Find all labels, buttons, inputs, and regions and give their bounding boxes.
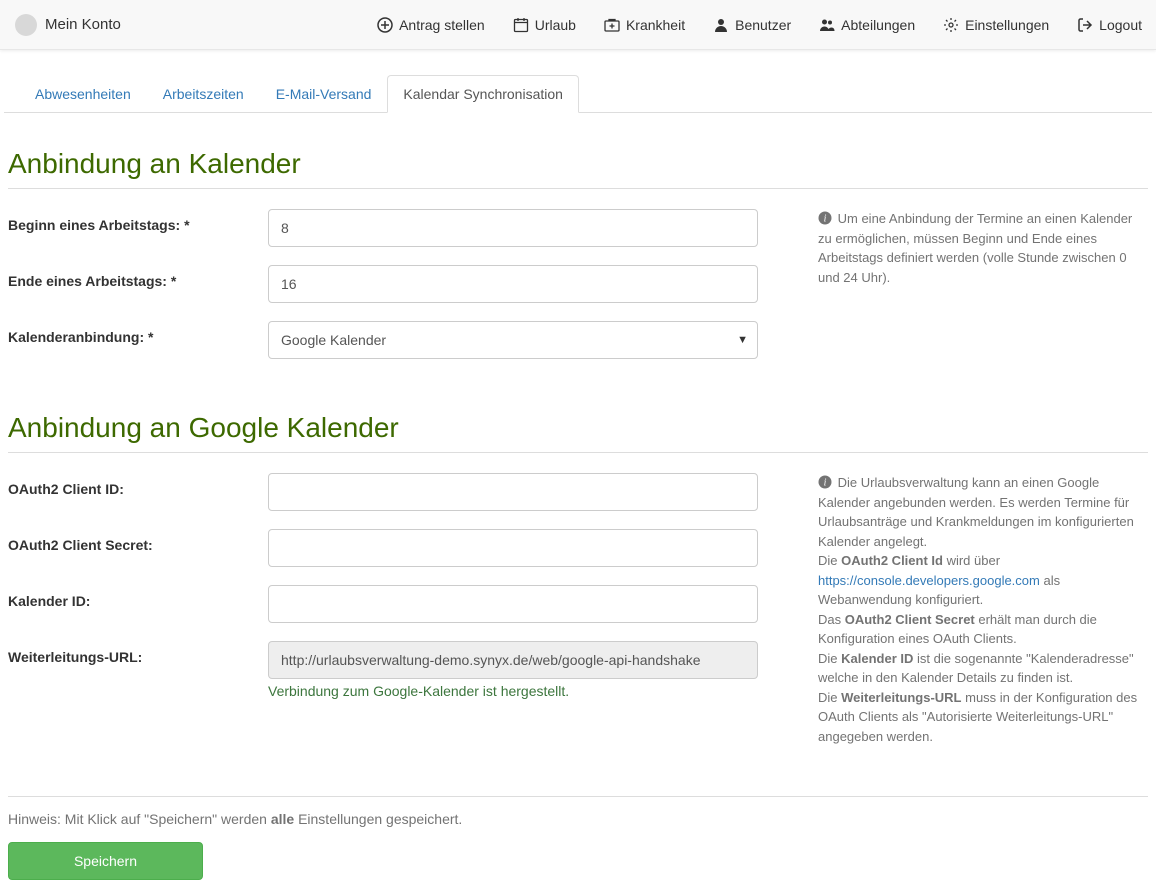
redirect-url-label: Weiterleitungs-URL:: [8, 641, 268, 665]
plus-circle-icon: [377, 17, 393, 33]
help-p2b: OAuth2 Client Secret: [845, 612, 975, 627]
nav-benutzer[interactable]: Benutzer: [699, 2, 805, 48]
navbar-right: Antrag stellen Urlaub Krankheit Benutzer…: [363, 2, 1156, 48]
tab-arbeitszeiten[interactable]: Arbeitszeiten: [147, 75, 260, 113]
cog-icon: [943, 17, 959, 33]
client-id-input[interactable]: [268, 473, 758, 511]
calendar-id-label: Kalender ID:: [8, 585, 268, 609]
nav-krankheit[interactable]: Krankheit: [590, 2, 699, 48]
help-p4a: Die: [818, 690, 841, 705]
redirect-url-input: [268, 641, 758, 679]
calendar-id-input[interactable]: [268, 585, 758, 623]
nav-abteilungen[interactable]: Abteilungen: [805, 2, 929, 48]
nav-label: Benutzer: [735, 17, 791, 33]
tab-kalendar-synchronisation[interactable]: Kalendar Synchronisation: [387, 75, 579, 113]
client-secret-input[interactable]: [268, 529, 758, 567]
nav-label: Logout: [1099, 17, 1142, 33]
calendar-icon: [513, 17, 529, 33]
user-icon: [713, 17, 729, 33]
tab-abwesenheiten[interactable]: Abwesenheiten: [19, 75, 147, 113]
workday-end-row: Ende eines Arbeitstags: *: [8, 265, 788, 303]
client-id-row: OAuth2 Client ID:: [8, 473, 788, 511]
info-circle-icon: i: [818, 475, 832, 489]
users-icon: [819, 17, 835, 33]
help-p3b: Kalender ID: [841, 651, 913, 666]
note-bold: alle: [271, 811, 294, 827]
connection-status: Verbindung zum Google-Kalender ist herge…: [268, 683, 758, 699]
navbar-brand-label: Mein Konto: [45, 16, 121, 33]
nav-logout[interactable]: Logout: [1063, 2, 1156, 48]
nav-label: Abteilungen: [841, 17, 915, 33]
client-secret-row: OAuth2 Client Secret:: [8, 529, 788, 567]
workday-start-input[interactable]: [268, 209, 758, 247]
navbar-brand[interactable]: Mein Konto: [0, 14, 136, 36]
info-circle-icon: i: [818, 211, 832, 225]
help-p1b: OAuth2 Client Id: [841, 553, 943, 568]
help-p2a: Das: [818, 612, 845, 627]
client-id-label: OAuth2 Client ID:: [8, 473, 268, 497]
calendar-binding-row: Kalenderanbindung: * Google Kalender ▼: [8, 321, 788, 359]
divider: [8, 796, 1148, 797]
svg-text:i: i: [824, 214, 827, 225]
google-console-link[interactable]: https://console.developers.google.com: [818, 573, 1040, 588]
section1-help-text: Um eine Anbindung der Termine an einen K…: [818, 211, 1132, 285]
section1-help-col: i Um eine Anbindung der Termine an einen…: [788, 209, 1148, 377]
nav-antrag-stellen[interactable]: Antrag stellen: [363, 2, 499, 48]
client-secret-label: OAuth2 Client Secret:: [8, 529, 268, 553]
redirect-url-row: Weiterleitungs-URL: Verbindung zum Googl…: [8, 641, 788, 699]
calendar-binding-select[interactable]: Google Kalender: [268, 321, 758, 359]
note-post: Einstellungen gespeichert.: [294, 811, 462, 827]
workday-end-input[interactable]: [268, 265, 758, 303]
tabs: Abwesenheiten Arbeitszeiten E-Mail-Versa…: [4, 75, 1152, 113]
help-intro: Die Urlaubsverwaltung kann an einen Goog…: [818, 475, 1134, 549]
nav-urlaub[interactable]: Urlaub: [499, 2, 590, 48]
svg-text:i: i: [824, 478, 827, 489]
help-p1a: Die: [818, 553, 841, 568]
nav-label: Krankheit: [626, 17, 685, 33]
section2-title: Anbindung an Google Kalender: [8, 412, 1148, 453]
help-p1c: wird über: [943, 553, 1000, 568]
help-p4b: Weiterleitungs-URL: [841, 690, 961, 705]
calendar-binding-label: Kalenderanbindung: *: [8, 321, 268, 345]
calendar-id-row: Kalender ID:: [8, 585, 788, 623]
avatar-icon: [15, 14, 37, 36]
nav-label: Urlaub: [535, 17, 576, 33]
sign-out-icon: [1077, 17, 1093, 33]
save-button[interactable]: Speichern: [8, 842, 203, 880]
navbar: Mein Konto Antrag stellen Urlaub Krankhe…: [0, 0, 1156, 50]
section1-title: Anbindung an Kalender: [8, 148, 1148, 189]
tab-email-versand[interactable]: E-Mail-Versand: [260, 75, 388, 113]
workday-start-label: Beginn eines Arbeitstags: *: [8, 209, 268, 233]
workday-start-row: Beginn eines Arbeitstags: *: [8, 209, 788, 247]
medkit-icon: [604, 17, 620, 33]
footer-note: Hinweis: Mit Klick auf "Speichern" werde…: [8, 811, 1148, 827]
nav-label: Antrag stellen: [399, 17, 485, 33]
help-p3a: Die: [818, 651, 841, 666]
nav-einstellungen[interactable]: Einstellungen: [929, 2, 1063, 48]
workday-end-label: Ende eines Arbeitstags: *: [8, 265, 268, 289]
section2-help-col: i Die Urlaubsverwaltung kann an einen Go…: [788, 473, 1148, 746]
note-pre: Hinweis: Mit Klick auf "Speichern" werde…: [8, 811, 271, 827]
nav-label: Einstellungen: [965, 17, 1049, 33]
